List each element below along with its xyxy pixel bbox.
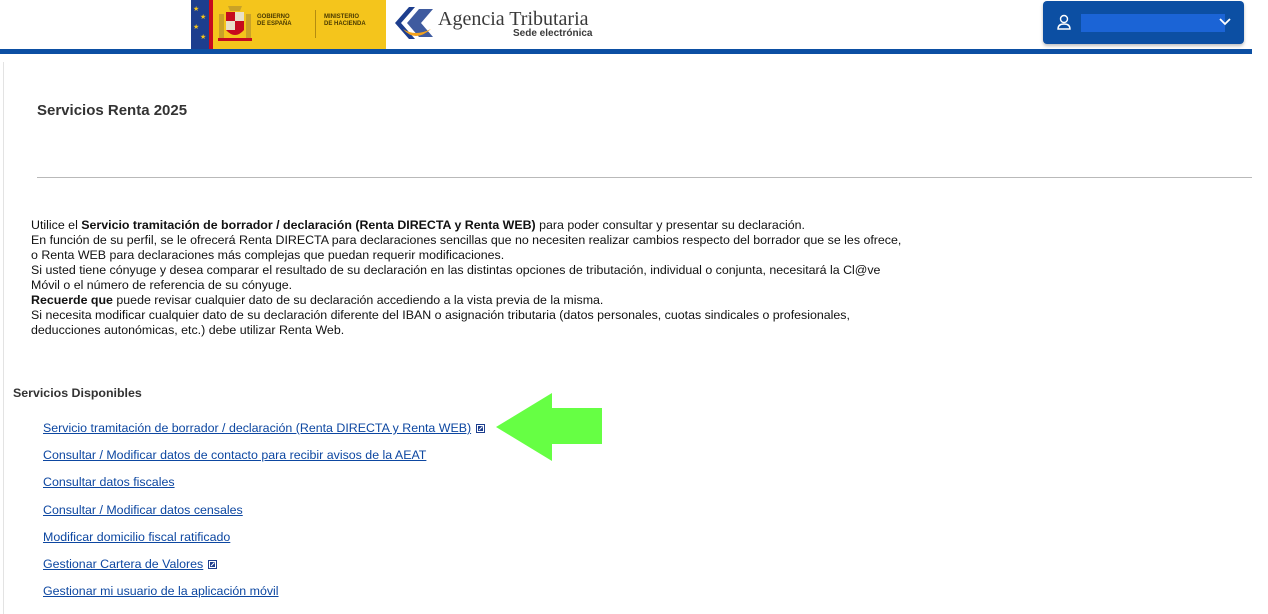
external-link-icon[interactable]	[476, 424, 486, 433]
service-link-cartera-valores[interactable]: Gestionar Cartera de Valores	[43, 557, 203, 571]
service-item: Consultar / Modificar datos de contacto …	[43, 446, 485, 473]
external-link-icon[interactable]	[208, 559, 218, 569]
government-of-spain-logo[interactable]: ★ ★ ★ ★ GOBIERNO DE ESPAÑA MINISTERIO DE…	[191, 0, 386, 49]
service-item: Modificar domicilio fiscal ratificado	[43, 528, 485, 555]
service-link-tramitacion-borrador[interactable]: Servicio tramitación de borrador / decla…	[43, 421, 471, 435]
green-arrow-left-icon	[496, 393, 602, 461]
intro-line: Utilice el Servicio tramitación de borra…	[31, 218, 931, 233]
agencia-tributaria-logo-icon[interactable]	[393, 3, 435, 43]
service-item: Servicio tramitación de borrador / decla…	[43, 419, 486, 446]
intro-line: Móvil o el número de referencia de su có…	[31, 278, 293, 292]
service-link-usuario-app-movil[interactable]: Gestionar mi usuario de la aplicación mó…	[43, 584, 279, 598]
user-menu-button[interactable]	[1043, 1, 1244, 44]
title-divider	[37, 177, 1252, 178]
service-item: Gestionar Cartera de Valores	[43, 555, 485, 582]
site-header: ★ ★ ★ ★ GOBIERNO DE ESPAÑA MINISTERIO DE…	[0, 0, 1268, 50]
service-item: Gestionar mi usuario de la aplicación mó…	[43, 582, 485, 609]
coat-of-arms-icon	[218, 6, 252, 41]
intro-line: Si usted tiene cónyuge y desea comparar …	[31, 263, 881, 277]
service-item: Consultar datos fiscales	[43, 473, 485, 500]
content-left-border	[3, 62, 4, 614]
agency-subtitle: Sede electrónica	[513, 28, 593, 39]
intro-bold-service-name: Servicio tramitación de borrador / decla…	[81, 218, 536, 232]
user-icon	[1057, 14, 1071, 30]
eu-flag-strip: ★ ★ ★ ★	[191, 0, 209, 49]
logo-divider	[315, 10, 316, 38]
service-link-datos-fiscales[interactable]: Consultar datos fiscales	[43, 475, 175, 489]
intro-text-segment: para poder consultar y presentar su decl…	[535, 218, 805, 232]
chevron-down-icon	[1219, 18, 1231, 26]
ministry-label: MINISTERIO DE HACIENDA	[324, 14, 366, 27]
spain-flag-strip	[209, 0, 213, 49]
intro-text-segment: Utilice el	[31, 218, 82, 232]
service-item: Consultar / Modificar datos censales	[43, 501, 485, 528]
intro-line: Si necesita modificar cualquier dato de …	[31, 308, 850, 322]
gov-label: GOBIERNO DE ESPAÑA	[257, 14, 292, 27]
user-name-redacted	[1081, 14, 1225, 32]
service-link-datos-censales[interactable]: Consultar / Modificar datos censales	[43, 503, 243, 517]
services-section-title: Servicios Disponibles	[13, 386, 142, 400]
intro-line: deducciones autonómicas, etc.) debe util…	[31, 323, 345, 337]
page-title: Servicios Renta 2025	[37, 102, 188, 119]
intro-text: Utilice el Servicio tramitación de borra…	[31, 218, 931, 338]
intro-line: Recuerde que puede revisar cualquier dat…	[31, 293, 931, 308]
intro-bold-reminder: Recuerde que	[31, 293, 113, 307]
intro-line: En función de su perfil, se le ofrecerá …	[31, 233, 902, 247]
service-link-datos-contacto[interactable]: Consultar / Modificar datos de contacto …	[43, 448, 426, 462]
intro-text-segment: puede revisar cualquier dato de su decla…	[112, 293, 604, 307]
services-list: Servicio tramitación de borrador / decla…	[43, 419, 486, 609]
service-link-domicilio-fiscal[interactable]: Modificar domicilio fiscal ratificado	[43, 530, 230, 544]
header-blue-bar	[0, 49, 1252, 54]
intro-line: o Renta WEB para declaraciones más compl…	[31, 248, 505, 262]
